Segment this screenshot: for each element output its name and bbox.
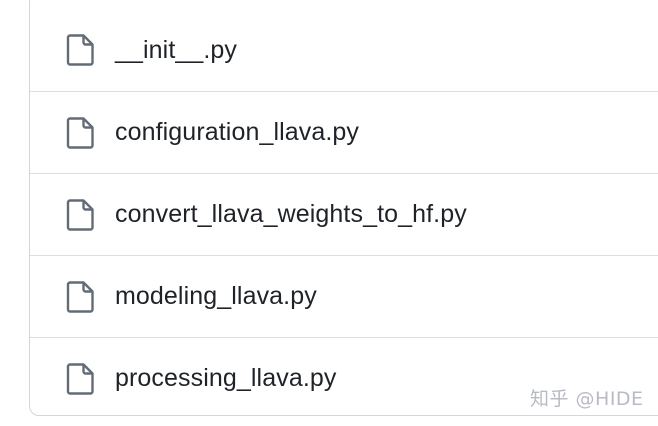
file-icon (66, 116, 94, 149)
watermark: 知乎 @HIDE (530, 388, 644, 410)
file-icon (66, 34, 94, 66)
file-row-init[interactable]: __init__.py (30, 9, 658, 91)
file-name-link[interactable]: __init__.py (115, 36, 237, 65)
file-name-link[interactable]: processing_llava.py (115, 364, 336, 393)
file-name-link[interactable]: configuration_llava.py (115, 118, 359, 147)
file-name-link[interactable]: convert_llava_weights_to_hf.py (115, 200, 467, 229)
file-icon (66, 198, 94, 231)
viewport: __init__.py configuration_llava.py conve… (0, 0, 658, 426)
file-row-modeling[interactable]: modeling_llava.py (30, 255, 658, 337)
file-icon (66, 362, 94, 395)
file-row-convert[interactable]: convert_llava_weights_to_hf.py (30, 173, 658, 255)
file-icon (66, 280, 94, 313)
file-name-link[interactable]: modeling_llava.py (115, 282, 317, 311)
file-row-configuration[interactable]: configuration_llava.py (30, 91, 658, 173)
file-list: __init__.py configuration_llava.py conve… (29, 0, 658, 416)
